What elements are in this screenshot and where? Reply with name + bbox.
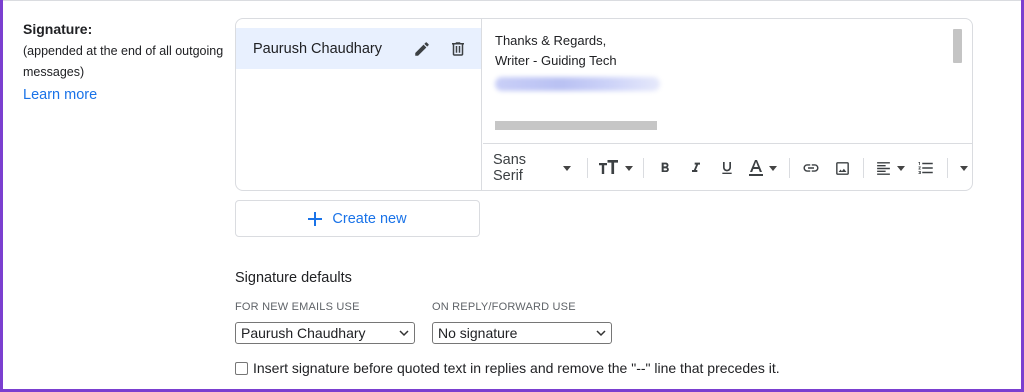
insert-link-button[interactable] xyxy=(796,153,827,183)
text-color-icon xyxy=(749,160,764,176)
top-divider xyxy=(0,0,1024,1)
signature-label-column: Signature: (appended at the end of all o… xyxy=(23,20,233,104)
reply-forward-signature-value: No signature xyxy=(438,325,518,341)
redacted-line xyxy=(495,121,657,130)
caret-down-icon xyxy=(959,165,968,171)
learn-more-link[interactable]: Learn more xyxy=(23,87,97,103)
chevron-down-icon xyxy=(399,329,409,336)
reply-forward-signature-select[interactable]: No signature xyxy=(432,322,612,344)
editor-line: Thanks & Regards, xyxy=(495,33,607,48)
create-new-signature-button[interactable]: Create new xyxy=(235,200,480,237)
reply-forward-label: ON REPLY/FORWARD USE xyxy=(432,301,576,313)
insert-before-quoted-row: Insert signature before quoted text in r… xyxy=(235,360,780,376)
chevron-down-icon xyxy=(596,329,606,336)
toolbar-separator xyxy=(863,158,865,178)
toolbar-separator xyxy=(587,158,589,178)
plus-icon xyxy=(308,211,323,226)
formatting-toolbar: Sans Serif xyxy=(483,143,972,190)
caret-down-icon xyxy=(563,165,572,171)
caret-down-icon xyxy=(897,165,906,171)
font-family-value: Sans Serif xyxy=(493,152,527,184)
signature-panel: Paurush Chaudhary Thanks & Regards, Writ… xyxy=(235,18,973,191)
pencil-icon xyxy=(415,41,429,56)
italic-icon xyxy=(692,162,700,172)
caret-down-icon xyxy=(769,165,778,171)
text-size-icon xyxy=(599,160,619,174)
more-formatting-button[interactable] xyxy=(954,153,972,183)
editor-line: Writer - Guiding Tech xyxy=(495,53,617,68)
redacted-email xyxy=(495,77,660,91)
underline-button[interactable] xyxy=(711,153,742,183)
image-icon xyxy=(835,161,849,175)
new-emails-signature-value: Paurush Chaudhary xyxy=(241,325,366,341)
create-new-label: Create new xyxy=(332,210,407,227)
bold-icon xyxy=(661,162,670,172)
signature-heading: Signature: xyxy=(23,21,93,37)
signature-defaults-heading: Signature defaults xyxy=(235,270,352,286)
font-family-select[interactable]: Sans Serif xyxy=(493,152,572,184)
text-color-button[interactable] xyxy=(742,153,783,183)
signature-editor-body[interactable]: Thanks & Regards, Writer - Guiding Tech xyxy=(483,19,972,143)
link-icon xyxy=(803,164,819,172)
toolbar-separator xyxy=(947,158,948,178)
signature-list-item[interactable]: Paurush Chaudhary xyxy=(236,28,481,69)
signature-editor[interactable]: Thanks & Regards, Writer - Guiding Tech … xyxy=(483,19,972,190)
edit-signature-button[interactable] xyxy=(409,36,435,62)
new-emails-label: FOR NEW EMAILS USE xyxy=(235,301,360,313)
insert-before-quoted-checkbox[interactable] xyxy=(235,361,248,375)
numbered-list-icon xyxy=(918,162,933,174)
trash-icon xyxy=(452,41,464,56)
font-size-button[interactable] xyxy=(594,153,637,183)
italic-button[interactable] xyxy=(681,153,712,183)
new-emails-signature-select[interactable]: Paurush Chaudhary xyxy=(235,322,415,344)
insert-image-button[interactable] xyxy=(827,153,858,183)
underline-icon xyxy=(722,162,732,174)
toolbar-separator xyxy=(643,158,644,178)
align-button[interactable] xyxy=(870,153,910,183)
signature-list: Paurush Chaudhary xyxy=(236,19,482,190)
signature-description: (appended at the end of all outgoing mes… xyxy=(23,44,224,79)
bold-button[interactable] xyxy=(650,153,681,183)
insert-before-quoted-label: Insert signature before quoted text in r… xyxy=(253,360,780,376)
caret-down-icon xyxy=(625,165,634,171)
align-left-icon xyxy=(877,161,891,175)
delete-signature-button[interactable] xyxy=(445,36,471,62)
toolbar-separator xyxy=(789,158,790,178)
editor-scrollbar[interactable] xyxy=(953,29,962,63)
numbered-list-button[interactable] xyxy=(910,153,941,183)
signature-name: Paurush Chaudhary xyxy=(253,40,382,57)
